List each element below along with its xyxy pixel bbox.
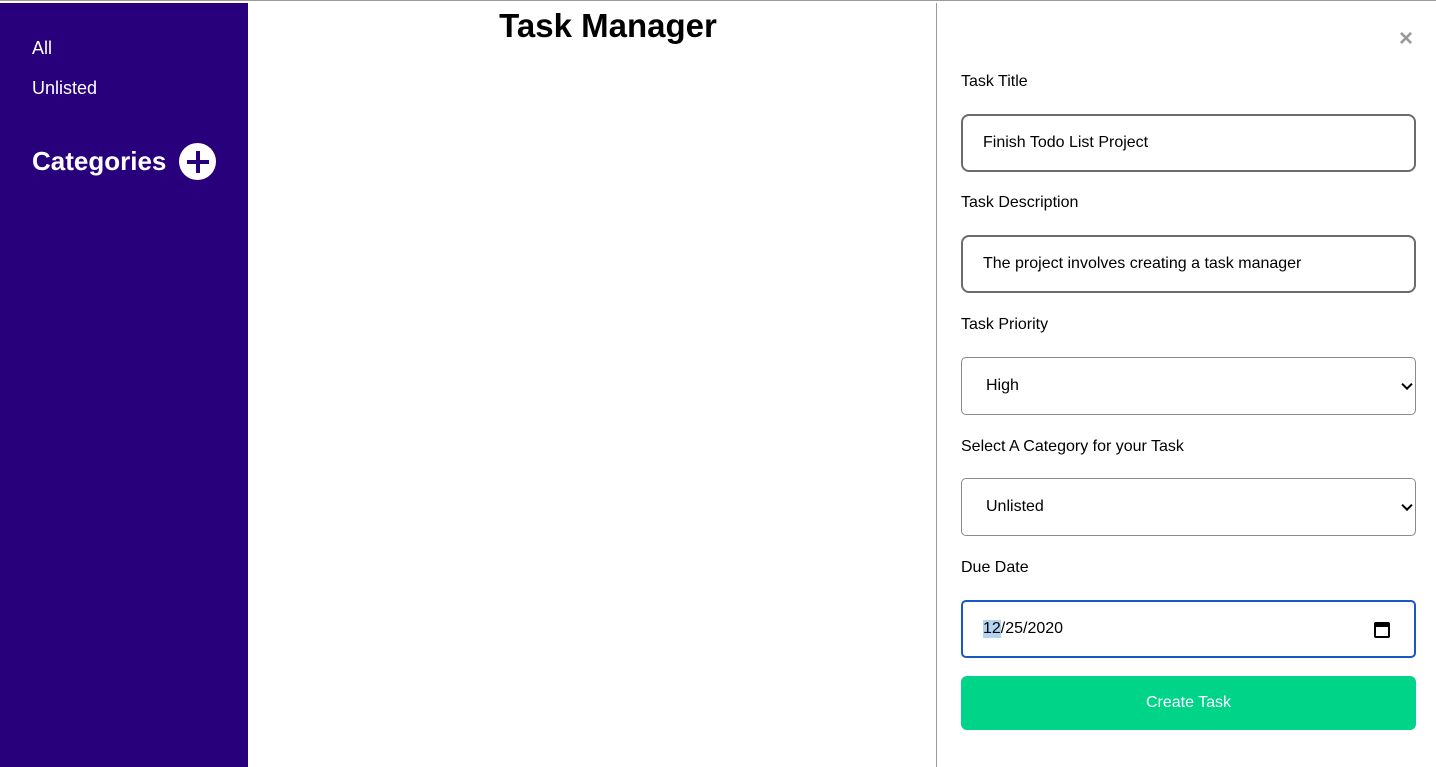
chevron-down-icon: [1401, 499, 1413, 512]
create-task-button[interactable]: Create Task: [961, 676, 1416, 730]
task-description-value: The project involves creating a task man…: [983, 255, 1302, 272]
task-description-input[interactable]: The project involves creating a task man…: [961, 235, 1416, 293]
task-category-select[interactable]: Unlisted: [961, 478, 1416, 536]
due-date-input[interactable]: 12/25/2020: [961, 600, 1416, 658]
task-title-value: Finish Todo List Project: [983, 134, 1149, 151]
sidebar-item-all[interactable]: All: [32, 37, 52, 59]
sidebar: All Unlisted Categories: [0, 3, 248, 767]
task-title-input[interactable]: Finish Todo List Project: [961, 114, 1416, 172]
task-priority-label: Task Priority: [961, 316, 1049, 333]
close-icon[interactable]: ×: [1399, 25, 1413, 53]
due-date-month-segment[interactable]: 12: [983, 620, 1001, 638]
page-title: Task Manager: [499, 7, 717, 44]
task-description-label: Task Description: [961, 194, 1079, 211]
task-title-label: Task Title: [961, 73, 1028, 90]
categories-heading: Categories: [32, 146, 167, 176]
due-date-label: Due Date: [961, 559, 1029, 576]
due-date-rest: /25/2020: [1000, 620, 1064, 637]
task-priority-value: High: [986, 377, 1019, 394]
chevron-down-icon: [1401, 378, 1413, 391]
task-category-label: Select A Category for your Task: [961, 438, 1184, 455]
sidebar-item-unlisted[interactable]: Unlisted: [32, 77, 97, 99]
app-root: All Unlisted Categories Task Manager × T…: [0, 0, 1436, 767]
task-priority-select[interactable]: High: [961, 357, 1416, 415]
add-category-button[interactable]: [179, 143, 216, 180]
calendar-icon[interactable]: [1374, 622, 1390, 638]
task-category-value: Unlisted: [986, 498, 1044, 515]
main-area: Task Manager: [248, 1, 936, 767]
task-form-panel: × Task Title Finish Todo List Project Ta…: [936, 3, 1436, 767]
